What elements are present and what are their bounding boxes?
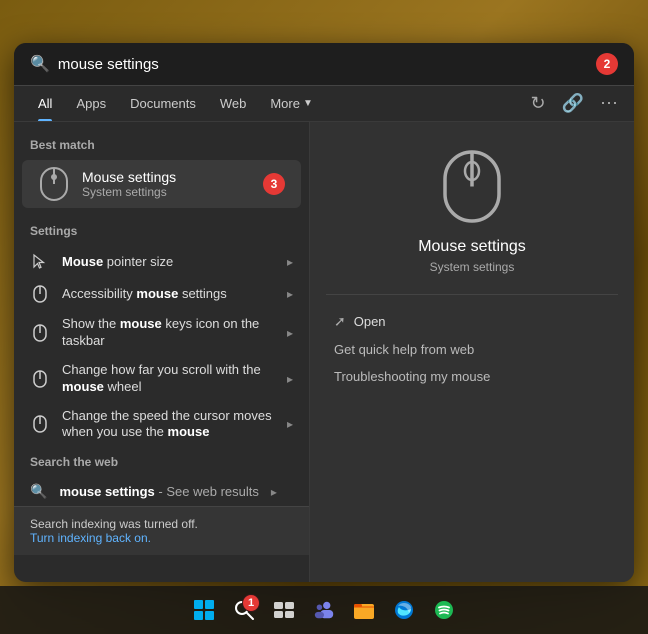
left-panel: Best match Mouse settings System setting… <box>14 122 309 582</box>
right-panel-title: Mouse settings <box>418 238 526 256</box>
settings-item-text: Change the speed the cursor moves when y… <box>62 408 275 442</box>
mouse-cursor-icon <box>30 414 50 434</box>
best-match-subtitle: System settings <box>82 185 251 199</box>
search-badge: 1 <box>242 594 260 612</box>
start-button[interactable] <box>186 592 222 628</box>
arrow-icon: ▸ <box>287 326 293 340</box>
troubleshoot-action[interactable]: Troubleshooting my mouse <box>326 363 618 390</box>
share-icon[interactable]: 🔗 <box>558 89 588 118</box>
web-search-label: Search the web <box>14 451 309 477</box>
search-taskbar-button[interactable]: 1 <box>226 592 262 628</box>
open-label: Open <box>354 314 386 329</box>
quick-help-text: Get quick help from web <box>334 342 474 357</box>
teams-button[interactable] <box>306 592 342 628</box>
right-panel-mouse-icon <box>432 146 512 226</box>
settings-label: Settings <box>14 220 309 246</box>
arrow-icon: ▸ <box>287 287 293 301</box>
index-notice-link[interactable]: Turn indexing back on. <box>30 531 293 545</box>
tab-web[interactable]: Web <box>208 86 259 121</box>
mouse-accessibility-icon <box>30 284 50 304</box>
settings-item-text: Accessibility mouse settings <box>62 286 275 303</box>
search-tabs: All Apps Documents Web More ▼ ↻ 🔗 ⋯ <box>14 86 634 122</box>
quick-help-action[interactable]: Get quick help from web <box>326 336 618 363</box>
web-search-icon: 🔍 <box>30 483 47 500</box>
tabs-right-actions: ↻ 🔗 ⋯ <box>526 89 622 118</box>
mouse-scroll-icon <box>30 369 50 389</box>
settings-item-text: Show the mouse keys icon on the taskbar <box>62 316 275 350</box>
open-action[interactable]: ➚ Open <box>326 307 618 336</box>
spotify-button[interactable] <box>426 592 462 628</box>
right-panel-subtitle: System settings <box>430 260 515 274</box>
step-badge-2: 2 <box>596 53 618 75</box>
index-notice: Search indexing was turned off. Turn ind… <box>14 506 309 555</box>
mouse-pointer-icon <box>30 252 50 272</box>
step-badge-3: 3 <box>263 173 285 195</box>
file-explorer-button[interactable] <box>346 592 382 628</box>
best-match-item[interactable]: Mouse settings System settings 3 <box>22 160 301 208</box>
settings-item-accessibility[interactable]: Accessibility mouse settings ▸ <box>14 278 309 310</box>
taskview-button[interactable] <box>266 592 302 628</box>
search-panel: 🔍 2 All Apps Documents Web More ▼ ↻ 🔗 ⋯ … <box>14 43 634 582</box>
search-icon: 🔍 <box>30 54 50 74</box>
edge-button[interactable] <box>386 592 422 628</box>
web-search-text: mouse settings - See web results <box>59 484 258 499</box>
arrow-icon: ▸ <box>287 255 293 269</box>
settings-item-cursor-speed[interactable]: Change the speed the cursor moves when y… <box>14 402 309 448</box>
settings-item-scroll[interactable]: Change how far you scroll with the mouse… <box>14 356 309 402</box>
arrow-icon: ▸ <box>287 372 293 386</box>
troubleshoot-text: Troubleshooting my mouse <box>334 369 490 384</box>
settings-item-text: Change how far you scroll with the mouse… <box>62 362 275 396</box>
web-search-item[interactable]: 🔍 mouse settings - See web results ▸ <box>14 477 309 506</box>
refresh-icon[interactable]: ↻ <box>526 89 549 118</box>
settings-item-text: Mouse pointer size <box>62 254 275 271</box>
web-search-suffix: - See web results <box>158 484 258 499</box>
best-match-text: Mouse settings System settings <box>82 169 251 199</box>
tab-apps[interactable]: Apps <box>64 86 118 121</box>
arrow-icon: ▸ <box>271 485 277 499</box>
more-icon[interactable]: ⋯ <box>596 89 622 118</box>
best-match-icon <box>38 168 70 200</box>
best-match-title: Mouse settings <box>82 169 251 185</box>
tab-more[interactable]: More ▼ <box>258 86 325 121</box>
settings-item-keys-icon[interactable]: Show the mouse keys icon on the taskbar … <box>14 310 309 356</box>
right-divider <box>326 294 618 295</box>
settings-section: Settings Mouse pointer size ▸ <box>14 208 309 451</box>
arrow-icon: ▸ <box>287 417 293 431</box>
open-icon: ➚ <box>334 313 346 330</box>
search-content: Best match Mouse settings System setting… <box>14 122 634 582</box>
best-match-label: Best match <box>14 134 309 160</box>
index-notice-text: Search indexing was turned off. <box>30 517 293 531</box>
mouse-keys-icon <box>30 323 50 343</box>
tab-all[interactable]: All <box>26 86 64 121</box>
search-bar: 🔍 2 <box>14 43 634 86</box>
tab-documents[interactable]: Documents <box>118 86 208 121</box>
taskbar: 1 <box>0 586 648 634</box>
settings-item-pointer-size[interactable]: Mouse pointer size ▸ <box>14 246 309 278</box>
search-input[interactable] <box>58 56 588 73</box>
right-panel: Mouse settings System settings ➚ Open Ge… <box>309 122 634 582</box>
